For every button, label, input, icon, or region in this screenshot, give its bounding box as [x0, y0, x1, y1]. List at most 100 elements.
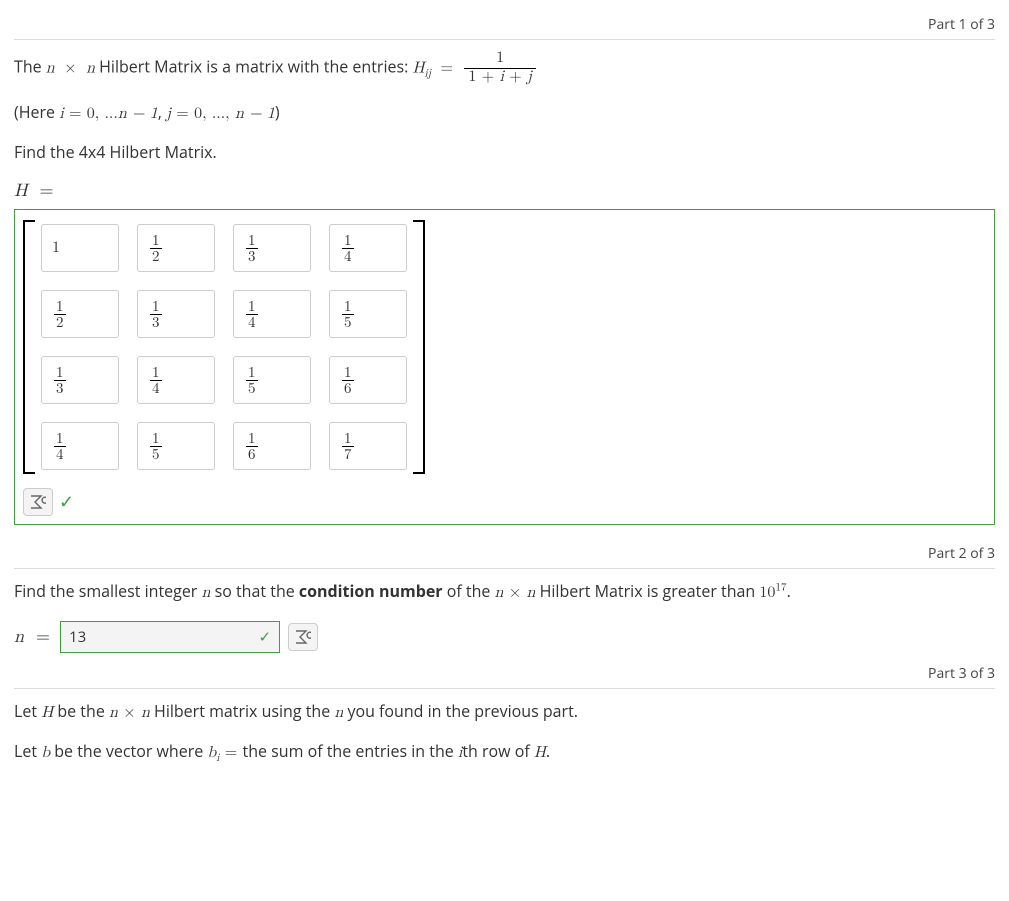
var-n: n: [46, 60, 55, 76]
times-symbol: ×: [123, 705, 135, 721]
n-answer-input[interactable]: 13 ✓: [60, 621, 280, 653]
var-H: H: [14, 182, 28, 200]
matrix-answer-box: 1 12 13 14 12 13 14 15 13 14 15 16 14 15…: [14, 209, 995, 525]
cell-value: 14: [150, 365, 162, 396]
text: the sum of the entries in the: [243, 740, 458, 762]
cell-value: 14: [54, 431, 66, 462]
var-j: j: [527, 69, 532, 85]
exponent-17: 17: [775, 583, 786, 594]
cell-value: 17: [342, 431, 354, 462]
matrix-cell-3-3[interactable]: 17: [329, 422, 407, 470]
matrix-cell-1-0[interactable]: 12: [41, 290, 119, 338]
correct-check-icon: ✓: [59, 489, 74, 516]
sigma-icon: [30, 495, 46, 509]
matrix-cell-3-0[interactable]: 14: [41, 422, 119, 470]
matrix-cell-0-2[interactable]: 13: [233, 224, 311, 272]
cell-value: 16: [246, 431, 258, 462]
var-b: b: [41, 745, 50, 761]
matrix-cell-1-3[interactable]: 15: [329, 290, 407, 338]
cell-value: 13: [150, 299, 162, 330]
text: ): [275, 101, 280, 123]
part-label-2: Part 2 of 3: [14, 543, 995, 564]
var-n: n: [141, 705, 150, 721]
cell-value: 14: [246, 299, 258, 330]
equation-preferences-button[interactable]: [23, 488, 53, 516]
part2-text: Find the smallest integer n so that the …: [14, 579, 995, 605]
matrix-cell-1-2[interactable]: 14: [233, 290, 311, 338]
equals: =: [39, 182, 53, 200]
matrix-cell-2-1[interactable]: 14: [137, 356, 215, 404]
fraction: 1 1 + i + j: [464, 50, 536, 86]
text: be the vector where: [50, 740, 207, 762]
n-input-row: n = 13 ✓: [14, 621, 995, 653]
text: Let: [14, 740, 41, 762]
part1-range: (Here i = 0, ...n − 1, j = 0, ..., n − 1…: [14, 100, 995, 126]
var-n: n: [14, 624, 24, 651]
var-bi: b: [207, 745, 216, 761]
divider: [14, 688, 995, 689]
equation-preferences-button[interactable]: [288, 623, 318, 651]
cell-value: 15: [342, 299, 354, 330]
matrix-cell-2-3[interactable]: 16: [329, 356, 407, 404]
text: Hilbert Matrix is greater than: [535, 580, 759, 602]
matrix-grid: 1 12 13 14 12 13 14 15 13 14 15 16 14 15…: [35, 220, 413, 474]
text: so that the: [210, 580, 298, 602]
text: Hilbert matrix using the: [150, 700, 335, 722]
matrix-cell-1-1[interactable]: 13: [137, 290, 215, 338]
cell-value: 16: [342, 365, 354, 396]
matrix-cell-0-1[interactable]: 12: [137, 224, 215, 272]
times-symbol: ×: [509, 585, 521, 601]
matrix-cell-2-0[interactable]: 13: [41, 356, 119, 404]
matrix-bracket: 1 12 13 14 12 13 14 15 13 14 15 16 14 15…: [23, 220, 425, 474]
H-equals: H =: [14, 178, 995, 205]
cell-value: 14: [342, 233, 354, 264]
divider: [14, 39, 995, 40]
cell-value: 1: [52, 236, 60, 260]
var-n: n: [86, 60, 95, 76]
cell-value: 13: [54, 365, 66, 396]
cell-value: 12: [54, 299, 66, 330]
part-label-3: Part 3 of 3: [14, 663, 995, 684]
var-H: H: [412, 60, 424, 76]
var-H: H: [534, 745, 546, 761]
cell-value: 15: [246, 365, 258, 396]
text: .: [546, 740, 550, 762]
ten: 10: [759, 585, 775, 601]
text: ,: [158, 101, 166, 123]
text: you found in the previous part.: [343, 700, 578, 722]
var-n-minus-1: n − 1: [118, 106, 158, 122]
text: = 0, ...: [64, 106, 118, 122]
part1-find: Find the 4x4 Hilbert Matrix.: [14, 140, 995, 164]
cell-value: 15: [150, 431, 162, 462]
subscript-ij: ij: [424, 69, 431, 80]
text: Let: [14, 700, 41, 722]
denominator: 1 + i + j: [464, 68, 536, 87]
correct-check-icon: ✓: [258, 626, 271, 649]
text: (Here: [14, 101, 59, 123]
numerator: 1: [464, 50, 536, 68]
text: = 0, ...,: [171, 106, 235, 122]
equals: =: [219, 745, 242, 761]
sp: [453, 60, 458, 76]
n-value: 13: [69, 626, 86, 649]
bold-condition-number: condition number: [299, 580, 443, 602]
text: th row of: [462, 740, 534, 762]
part-label-1: Part 1 of 3: [14, 14, 995, 35]
cell-value: 12: [150, 233, 162, 264]
part3-line2: Let b be the vector where bi = the sum o…: [14, 739, 995, 768]
text: be the: [53, 700, 109, 722]
matrix-cell-0-0[interactable]: 1: [41, 224, 119, 272]
sigma-icon: [295, 630, 311, 644]
part3-line1: Let H be the n × n Hilbert matrix using …: [14, 699, 995, 725]
matrix-cell-3-2[interactable]: 16: [233, 422, 311, 470]
text: Find the smallest integer: [14, 580, 202, 602]
var-n-minus-1: n − 1: [235, 106, 275, 122]
text: Hilbert Matrix is a matrix with the entr…: [99, 55, 412, 77]
cell-value: 13: [246, 233, 258, 264]
matrix-cell-0-3[interactable]: 14: [329, 224, 407, 272]
matrix-cell-3-1[interactable]: 15: [137, 422, 215, 470]
text: of the: [443, 580, 495, 602]
equals: =: [441, 60, 453, 76]
matrix-cell-2-2[interactable]: 15: [233, 356, 311, 404]
times-symbol: ×: [64, 60, 76, 76]
